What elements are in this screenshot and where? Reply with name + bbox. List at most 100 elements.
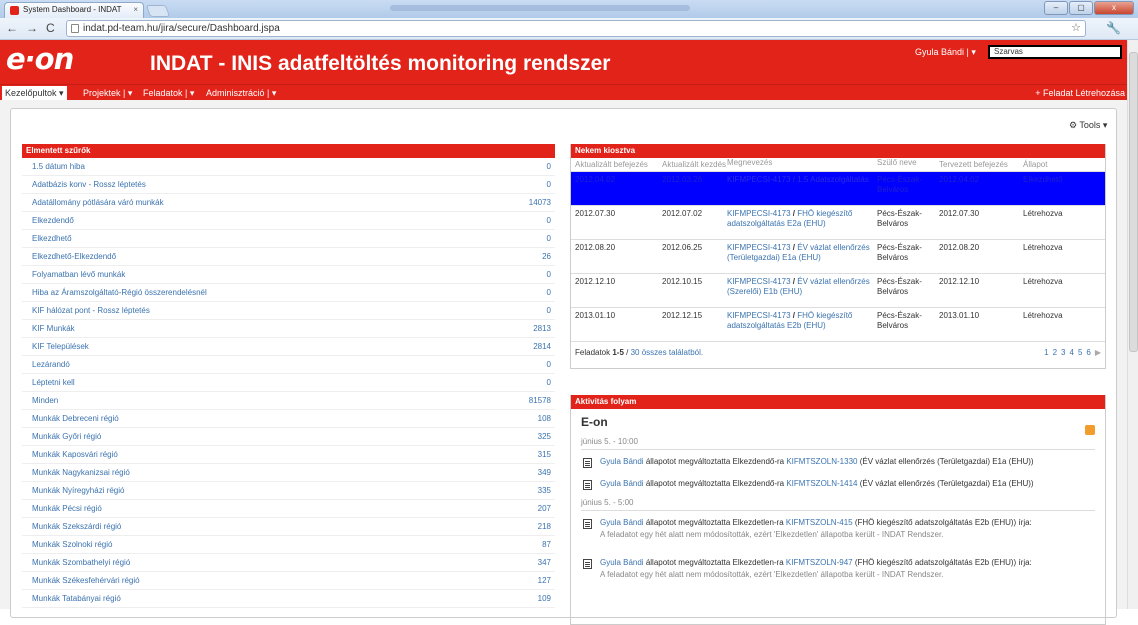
eon-logo[interactable]: e·on [6,42,74,76]
new-tab-button[interactable] [145,5,171,17]
filter-name-link[interactable]: Hiba az Áramszolgáltató-Régió összerende… [32,284,207,301]
filter-count-link[interactable]: 349 [538,464,551,481]
filter-name-link[interactable]: Lezárandó [32,356,70,373]
filter-name-link[interactable]: Adatállomány pótlására váró munkák [32,194,164,211]
activity-user-link[interactable]: Gyula Bándi [600,558,644,567]
filter-count-link[interactable]: 0 [547,302,551,319]
tab-close-icon[interactable]: × [133,3,138,17]
filter-name-link[interactable]: Munkák Győri régió [32,428,101,445]
filter-name-link[interactable]: Minden [32,392,58,409]
filter-count-link[interactable]: 0 [547,374,551,391]
filter-name-link[interactable]: Munkák Pécsi régió [32,500,102,517]
create-issue-link[interactable]: + Feladat Létrehozása [1035,86,1125,100]
parent-issue-link[interactable]: KIFMPECSI-4173 [727,311,791,320]
page-link[interactable]: 3 [1061,348,1065,357]
filter-count-link[interactable]: 218 [538,518,551,535]
page-link[interactable]: 2 [1053,348,1057,357]
menu-projects[interactable]: Projektek | ▾ [80,86,135,100]
page-link[interactable]: 6 [1086,348,1090,357]
bookmark-star-icon[interactable]: ☆ [1071,21,1081,36]
filter-name-link[interactable]: Adatbázis konv - Rossz léptetés [32,176,146,193]
issue-row[interactable]: 2012.12.10 2012.10.15 KIFMPECSI-4173 / ÉV … [571,274,1105,308]
filter-name-link[interactable]: Munkák Tatabányai régió [32,590,121,607]
back-arrow-icon[interactable]: ← [6,21,18,35]
filter-name-link[interactable]: Léptetni kell [32,374,75,391]
parent-issue-link[interactable]: KIFMPECSI-4173 [727,209,791,218]
filter-name-link[interactable]: Munkák Szekszárdi régió [32,518,121,535]
filter-name-link[interactable]: Munkák Nyíregyházi régió [32,482,124,499]
activity-user-link[interactable]: Gyula Bándi [600,518,644,527]
activity-issue-link[interactable]: KIFMTSZOLN-1414 [786,479,857,488]
filter-count-link[interactable]: 2813 [533,320,551,337]
col-status[interactable]: Állapot [1023,158,1103,171]
filter-name-link[interactable]: 1.5 dátum hiba [32,158,85,175]
browser-tab[interactable]: System Dashboard - INDAT × [4,2,144,18]
filter-name-link[interactable]: KIF hálózat pont - Rossz léptetés [32,302,150,319]
filter-count-link[interactable]: 0 [547,212,551,229]
close-window-button[interactable]: x [1094,1,1134,15]
filter-count-link[interactable]: 0 [547,158,551,175]
col-actual-start[interactable]: Aktualizált kezdés [662,158,727,171]
menu-administration[interactable]: Adminisztráció | ▾ [203,86,279,100]
activity-user-link[interactable]: Gyula Bándi [600,457,644,466]
filter-name-link[interactable]: Elkezdhető [32,230,72,247]
issue-row[interactable]: 2012.08.20 2012.06.25 KIFMPECSI-4173 / ÉV … [571,240,1105,274]
scrollbar-thumb[interactable] [1129,52,1138,352]
tools-dropdown[interactable]: ⚙ Tools ▾ [1069,120,1107,131]
results-suffix-link[interactable]: összes találatból. [640,348,703,357]
issue-summary-link[interactable]: 1.5 Adatszolgáltatás [797,175,869,184]
filter-count-link[interactable]: 127 [538,572,551,589]
activity-issue-link[interactable]: KIFMTSZOLN-947 [786,558,853,567]
filter-count-link[interactable]: 14073 [529,194,551,211]
filter-count-link[interactable]: 108 [538,410,551,427]
rss-icon[interactable] [1085,425,1095,435]
filter-name-link[interactable]: KIF Települések [32,338,89,355]
filter-name-link[interactable]: Folyamatban lévő munkák [32,266,125,283]
filter-name-link[interactable]: Munkák Kaposvári régió [32,446,118,463]
reload-icon[interactable]: C [46,21,55,35]
user-menu[interactable]: Gyula Bándi | ▾ [915,47,976,58]
filter-count-link[interactable]: 109 [538,590,551,607]
filter-count-link[interactable]: 315 [538,446,551,463]
next-page-icon[interactable]: ▶ [1095,348,1101,357]
filter-count-link[interactable]: 87 [542,536,551,553]
filter-count-link[interactable]: 0 [547,356,551,373]
col-planned-end[interactable]: Tervezett befejezés [939,158,1023,171]
filter-count-link[interactable]: 0 [547,284,551,301]
filter-name-link[interactable]: Elkezdendő [32,212,74,229]
filter-count-link[interactable]: 0 [547,266,551,283]
filter-count-link[interactable]: 325 [538,428,551,445]
activity-user-link[interactable]: Gyula Bándi [600,479,644,488]
filter-name-link[interactable]: KIF Munkák [32,320,75,337]
filter-count-link[interactable]: 81578 [529,392,551,409]
menu-issues[interactable]: Feladatok | ▾ [140,86,197,100]
filter-count-link[interactable]: 0 [547,230,551,247]
page-link[interactable]: 4 [1069,348,1073,357]
results-total-link[interactable]: 30 [631,348,640,357]
filter-name-link[interactable]: Munkák Székesfehérvári régió [32,572,140,589]
activity-issue-link[interactable]: KIFMTSZOLN-1330 [786,457,857,466]
page-link[interactable]: 5 [1078,348,1082,357]
col-actual-end[interactable]: Aktualizált befejezés [571,158,662,171]
filter-count-link[interactable]: 335 [538,482,551,499]
minimize-button[interactable]: – [1044,1,1068,15]
parent-issue-link[interactable]: KIFMPECSI-4173 [727,175,791,184]
filter-count-link[interactable]: 0 [547,176,551,193]
quick-search-input[interactable]: Szarvas [988,45,1122,59]
filter-count-link[interactable]: 207 [538,500,551,517]
filter-name-link[interactable]: Munkák Szombathelyi régió [32,554,130,571]
filter-count-link[interactable]: 347 [538,554,551,571]
issue-row[interactable]: 2012.04.02 2012.03.26 KIFMPECSI-4173 / 1.5… [571,172,1105,206]
vertical-scrollbar[interactable] [1127,40,1138,609]
parent-issue-link[interactable]: KIFMPECSI-4173 [727,243,791,252]
activity-issue-link[interactable]: KIFMTSZOLN-415 [786,518,853,527]
parent-issue-link[interactable]: KIFMPECSI-4173 [727,277,791,286]
maximize-button[interactable]: ▢ [1069,1,1093,15]
address-bar[interactable]: indat.pd-team.hu/jira/secure/Dashboard.j… [66,20,1086,37]
wrench-icon[interactable]: 🔧 [1106,21,1121,35]
filter-name-link[interactable]: Munkák Szolnoki régió [32,536,112,553]
filter-name-link[interactable]: Munkák Nagykanizsai régió [32,464,130,481]
issue-row[interactable]: 2012.07.30 2012.07.02 KIFMPECSI-4173 / FHÖ… [571,206,1105,240]
menu-dashboards[interactable]: Kezelőpultok ▾ [2,86,67,100]
forward-arrow-icon[interactable]: → [26,21,38,35]
